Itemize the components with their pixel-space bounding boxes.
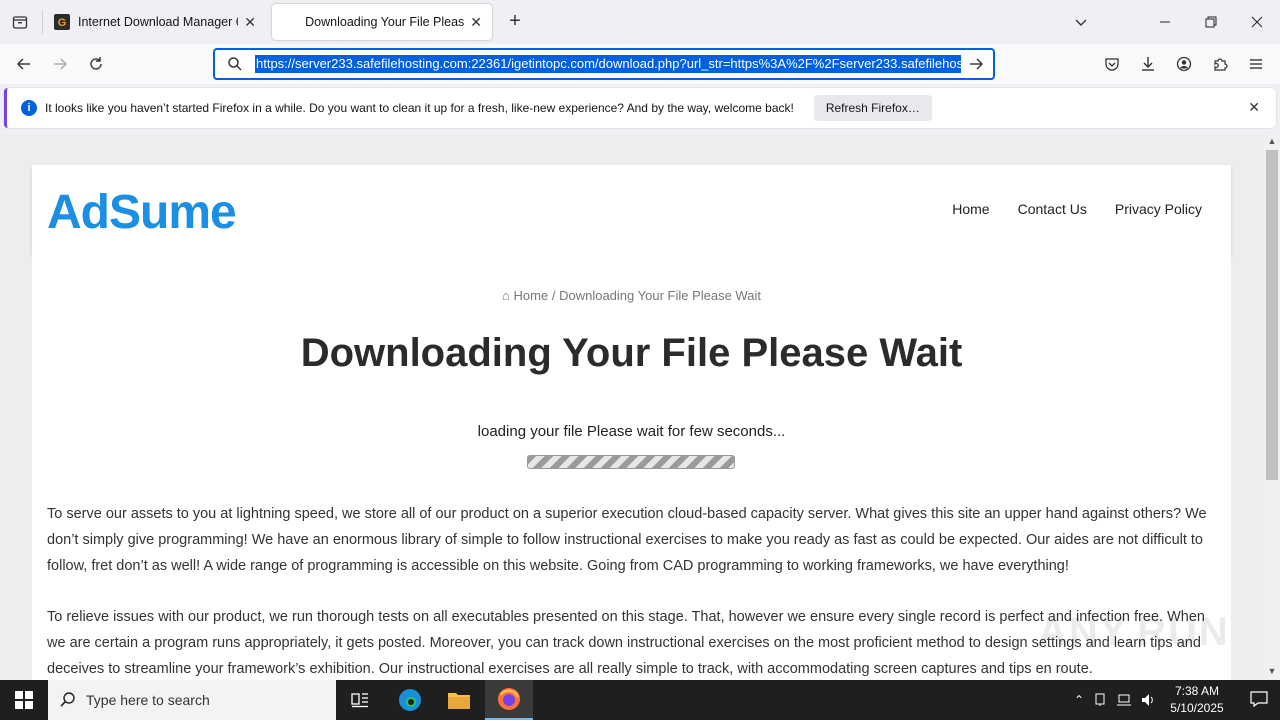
refresh-firefox-notification: i It looks like you haven’t started Fire… — [4, 88, 1276, 128]
clock-date: 5/10/2025 — [1170, 701, 1224, 715]
volume-icon[interactable] — [1136, 693, 1160, 707]
notification-icon — [1250, 691, 1268, 708]
page-title: Downloading Your File Please Wait — [300, 331, 963, 375]
vertical-scrollbar[interactable]: ▲ ▼ — [1264, 134, 1280, 680]
pocket-icon — [1105, 58, 1119, 71]
task-view-button[interactable] — [336, 680, 384, 720]
tab-idm[interactable]: G Internet Download Manager 6 IDM ✕ — [44, 4, 266, 40]
edge-taskbar-button[interactable] — [386, 680, 434, 720]
scroll-down-icon[interactable]: ▼ — [1267, 666, 1277, 676]
taskbar-search-box[interactable]: Type here to search — [48, 680, 336, 720]
loading-progress-bar — [527, 455, 735, 469]
list-all-tabs-button[interactable] — [1058, 0, 1104, 44]
tab-downloading[interactable]: Downloading Your File Please Wait ✕ — [272, 4, 492, 40]
file-explorer-taskbar-button[interactable] — [435, 680, 483, 720]
search-icon — [60, 691, 76, 710]
notification-center-button[interactable] — [1250, 690, 1268, 713]
url-text[interactable]: https://server233.safefilehosting.com:22… — [255, 55, 961, 73]
taskbar-search-placeholder: Type here to search — [86, 692, 210, 708]
extensions-button[interactable] — [1206, 50, 1234, 78]
breadcrumb-current: Downloading Your File Please Wait — [559, 288, 761, 303]
paragraph: To serve our assets to you at lightning … — [47, 506, 1207, 574]
blank-favicon-icon — [282, 14, 297, 30]
account-button[interactable] — [1170, 50, 1198, 78]
minimize-icon — [1160, 21, 1170, 23]
menu-button[interactable] — [1242, 50, 1270, 78]
tab-separator — [42, 10, 43, 34]
system-tray: ⌃ — [1070, 680, 1160, 720]
firefox-view-button[interactable] — [0, 0, 40, 44]
svg-text:G: G — [58, 17, 67, 29]
firefox-taskbar-button[interactable] — [485, 680, 533, 720]
restore-button[interactable] — [1188, 0, 1234, 44]
puzzle-icon — [1214, 58, 1228, 71]
network-icon[interactable] — [1112, 693, 1136, 707]
firefox-view-icon — [12, 16, 28, 29]
reload-button[interactable] — [82, 50, 110, 78]
refresh-firefox-button[interactable]: Refresh Firefox… — [813, 95, 932, 121]
tab-title: Downloading Your File Please Wait — [305, 15, 465, 29]
arrow-right-icon — [54, 58, 67, 70]
search-icon — [215, 56, 255, 72]
breadcrumb-separator: / — [551, 288, 556, 303]
account-icon — [1176, 56, 1192, 72]
pocket-button[interactable] — [1098, 50, 1126, 78]
arrow-left-icon — [17, 58, 30, 70]
site-header: AdSume Home Contact Us Privacy Policy — [32, 165, 1231, 255]
task-view-icon — [351, 693, 368, 708]
breadcrumb-home[interactable]: Home — [514, 288, 549, 303]
windows-logo-icon — [15, 691, 33, 709]
network-device-icon[interactable] — [1088, 693, 1112, 707]
forward-button[interactable] — [46, 50, 74, 78]
close-window-button[interactable] — [1234, 0, 1280, 44]
tab-title: Internet Download Manager 6 IDM — [78, 15, 238, 29]
reload-icon — [90, 57, 102, 70]
start-button[interactable] — [0, 680, 48, 720]
notification-message: It looks like you haven’t started Firefo… — [45, 101, 794, 115]
breadcrumb: ⌂ Home / Downloading Your File Please Wa… — [32, 288, 1231, 303]
tab-close-icon[interactable]: ✕ — [244, 14, 256, 31]
navigation-toolbar: https://server233.safefilehosting.com:22… — [0, 44, 1280, 84]
scrollbar-thumb[interactable] — [1266, 150, 1278, 480]
info-icon: i — [21, 100, 37, 116]
watermark: ANY.RUN — [1038, 610, 1230, 654]
site-menu: Home Contact Us Privacy Policy — [952, 201, 1202, 217]
clock-time: 7:38 AM — [1174, 684, 1220, 698]
site-logo[interactable]: AdSume — [47, 185, 237, 240]
idm-favicon-icon: G — [54, 14, 70, 30]
firefox-icon — [498, 688, 520, 710]
page-viewport: AdSume Home Contact Us Privacy Policy ⌂ … — [0, 134, 1264, 680]
chevron-up-icon[interactable]: ⌃ — [1070, 693, 1088, 707]
menu-item-home[interactable]: Home — [952, 201, 989, 217]
scroll-up-icon[interactable]: ▲ — [1267, 136, 1277, 146]
taskbar-clock[interactable]: 7:38 AM 5/10/2025 — [1162, 683, 1232, 717]
menu-item-privacy-policy[interactable]: Privacy Policy — [1115, 201, 1202, 217]
home-icon: ⌂ — [502, 288, 510, 303]
go-arrow-icon[interactable] — [961, 56, 991, 72]
tab-close-icon[interactable]: ✕ — [470, 14, 482, 31]
chevron-down-icon — [1075, 19, 1087, 26]
menu-item-contact-us[interactable]: Contact Us — [1018, 201, 1087, 217]
tab-bar: G Internet Download Manager 6 IDM ✕ Down… — [0, 0, 1280, 44]
new-tab-button[interactable]: + — [504, 10, 526, 34]
windows-taskbar: Type here to search ⌃ 7:38 AM 5/10/2025 — [0, 680, 1280, 720]
url-bar[interactable]: https://server233.safefilehosting.com:22… — [213, 48, 995, 80]
hamburger-icon — [1250, 59, 1262, 69]
close-icon — [1251, 16, 1263, 28]
loading-text: loading your file Please wait for few se… — [477, 423, 786, 440]
folder-icon — [448, 693, 470, 709]
downloads-button[interactable] — [1134, 50, 1162, 78]
download-icon — [1142, 57, 1154, 71]
restore-icon — [1205, 16, 1217, 28]
minimize-button[interactable] — [1142, 0, 1188, 44]
close-icon[interactable]: ✕ — [1248, 99, 1260, 116]
back-button[interactable] — [10, 50, 38, 78]
edge-icon — [399, 689, 421, 711]
